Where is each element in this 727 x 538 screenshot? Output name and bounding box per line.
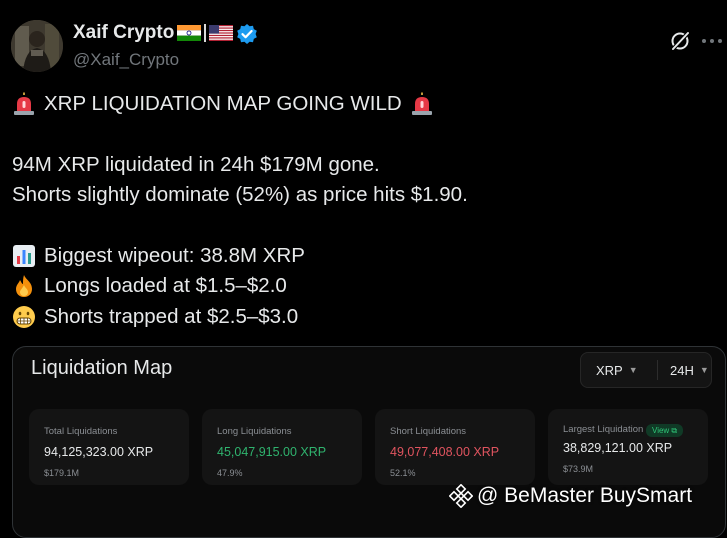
stat-value: 94,125,323.00 XRP: [44, 445, 154, 459]
headline-text: XRP LIQUIDATION MAP GOING WILD: [44, 92, 402, 115]
more-options-icon[interactable]: [701, 33, 723, 49]
selector-divider: [657, 360, 658, 380]
flags: [177, 24, 233, 42]
stat-value: 38,829,121.00 XRP: [563, 441, 673, 455]
verified-badge-icon[interactable]: [236, 23, 258, 45]
siren-icon: [410, 92, 434, 116]
timeframe-dropdown[interactable]: 24H ▼: [664, 363, 709, 378]
timeframe-value: 24H: [670, 362, 694, 378]
bullet-2-text: Longs loaded at $1.5–$2.0: [44, 274, 287, 297]
stat-short-liquidations: Short Liquidations 49,077,408.00 XRP 52.…: [375, 409, 535, 485]
india-flag-icon: [177, 25, 201, 41]
stat-subvalue: 47.9%: [217, 468, 243, 478]
stat-value: 49,077,408.00 XRP: [390, 445, 500, 459]
siren-icon: [12, 92, 36, 116]
asset-timeframe-selector: XRP ▼ 24H ▼: [580, 352, 712, 388]
card-title: Liquidation Map: [31, 357, 173, 379]
view-link-button[interactable]: View ⧉: [646, 424, 684, 437]
usa-flag-icon: [209, 25, 233, 41]
asset-value: XRP: [596, 362, 623, 378]
avatar[interactable]: [11, 20, 63, 72]
post-line-2: Shorts slightly dominate (52%) as price …: [12, 183, 468, 206]
post-headline: XRP LIQUIDATION MAP GOING WILD: [12, 92, 434, 116]
watermark: @ BeMaster BuySmart: [449, 484, 692, 508]
stat-total-liquidations: Total Liquidations 94,125,323.00 XRP $17…: [29, 409, 189, 485]
asset-dropdown[interactable]: XRP ▼: [581, 363, 651, 378]
liquidation-map-card[interactable]: Liquidation Map XRP ▼ 24H ▼ Total Liquid…: [12, 346, 726, 538]
author-handle[interactable]: @Xaif_Crypto: [73, 50, 179, 70]
post-line-1: 94M XRP liquidated in 24h $179M gone.: [12, 153, 380, 176]
post-bullet-1: Biggest wipeout: 38.8M XRP: [12, 244, 305, 268]
bullet-3-text: Shorts trapped at $2.5–$3.0: [44, 305, 299, 328]
watermark-text: @ BeMaster BuySmart: [477, 484, 693, 507]
stat-value: 45,047,915.00 XRP: [217, 445, 327, 459]
stat-subvalue: $73.9M: [563, 464, 594, 474]
chevron-down-icon: ▼: [628, 365, 638, 375]
flag-divider: [204, 24, 206, 42]
binance-logo-icon: [449, 484, 473, 508]
grimacing-face-icon: [12, 305, 36, 329]
chevron-down-icon: ▼: [699, 365, 709, 375]
fire-icon: [12, 274, 36, 298]
stat-subvalue: $179.1M: [44, 468, 80, 478]
stat-label: Total Liquidations: [44, 426, 118, 437]
stat-label: Short Liquidations: [390, 426, 467, 437]
grok-icon[interactable]: [669, 30, 691, 52]
stat-largest-liquidation: Largest Liquidation View ⧉ 38,829,121.00…: [548, 409, 708, 485]
stat-long-liquidations: Long Liquidations 45,047,915.00 XRP 47.9…: [202, 409, 362, 485]
stat-label: Largest Liquidation: [563, 424, 644, 435]
bar-chart-icon: [12, 244, 36, 268]
post-bullet-2: Longs loaded at $1.5–$2.0: [12, 274, 287, 298]
bullet-1-text: Biggest wipeout: 38.8M XRP: [44, 244, 305, 267]
stat-subvalue: 52.1%: [390, 468, 416, 478]
display-name[interactable]: Xaif Crypto: [73, 22, 174, 44]
stat-label: Long Liquidations: [217, 426, 292, 437]
post-bullet-3: Shorts trapped at $2.5–$3.0: [12, 305, 298, 329]
